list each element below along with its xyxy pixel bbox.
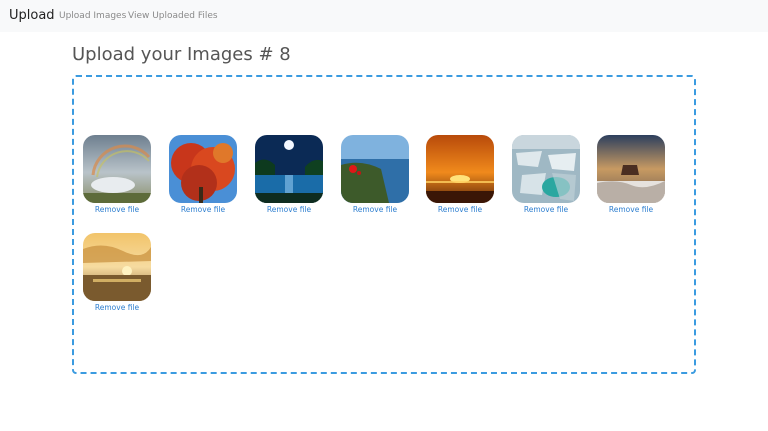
file-preview: Remove file bbox=[597, 135, 665, 215]
nav-link-upload-images[interactable]: Upload Images bbox=[59, 10, 126, 22]
dropzone[interactable]: Remove file Remove file Remove file Remo… bbox=[72, 75, 696, 374]
file-thumbnail-rainbow bbox=[83, 135, 151, 203]
nav-link-view-uploaded-files[interactable]: View Uploaded Files bbox=[128, 10, 218, 22]
remove-file-link[interactable]: Remove file bbox=[341, 205, 409, 215]
file-preview: Remove file bbox=[341, 135, 409, 215]
remove-file-link[interactable]: Remove file bbox=[426, 205, 494, 215]
file-preview: Remove file bbox=[512, 135, 580, 215]
file-preview: Remove file bbox=[255, 135, 323, 215]
file-preview: Remove file bbox=[426, 135, 494, 215]
file-thumbnail-frozen-lake bbox=[512, 135, 580, 203]
file-preview: Remove file bbox=[83, 135, 151, 215]
remove-file-link[interactable]: Remove file bbox=[83, 303, 151, 313]
remove-file-link[interactable]: Remove file bbox=[512, 205, 580, 215]
file-thumbnail-moonlit-lagoon bbox=[255, 135, 323, 203]
file-thumbnail-coastal-cliff bbox=[341, 135, 409, 203]
file-thumbnail-orange-sunset bbox=[426, 135, 494, 203]
file-thumbnail-desert-butte bbox=[597, 135, 665, 203]
remove-file-link[interactable]: Remove file bbox=[83, 205, 151, 215]
navbar: Upload Upload Images View Uploaded Files bbox=[0, 0, 768, 32]
remove-file-link[interactable]: Remove file bbox=[255, 205, 323, 215]
navbar-brand[interactable]: Upload bbox=[9, 7, 55, 25]
file-thumbnail-autumn-tree bbox=[169, 135, 237, 203]
file-thumbnail-golden-beach bbox=[83, 233, 151, 301]
remove-file-link[interactable]: Remove file bbox=[169, 205, 237, 215]
file-preview: Remove file bbox=[169, 135, 237, 215]
remove-file-link[interactable]: Remove file bbox=[597, 205, 665, 215]
file-preview: Remove file bbox=[83, 233, 151, 313]
page-title: Upload your Images # 8 bbox=[72, 44, 291, 65]
